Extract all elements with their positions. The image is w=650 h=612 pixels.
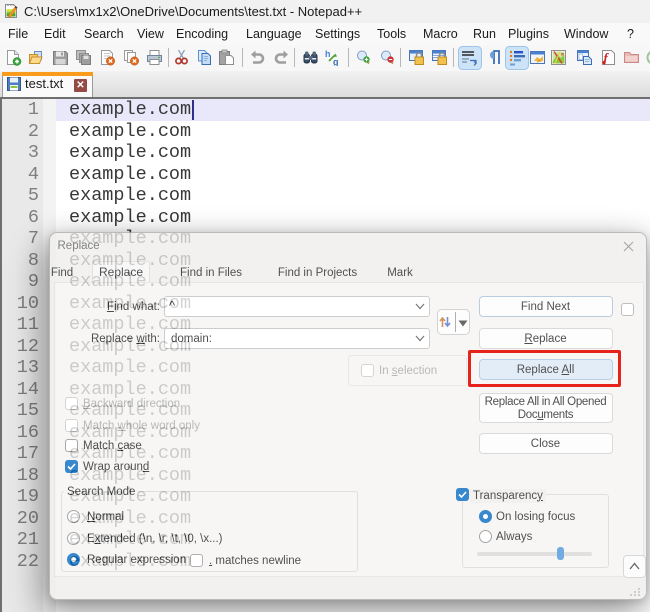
svg-text:g: g [333, 57, 339, 66]
svg-text:h: h [325, 49, 331, 59]
